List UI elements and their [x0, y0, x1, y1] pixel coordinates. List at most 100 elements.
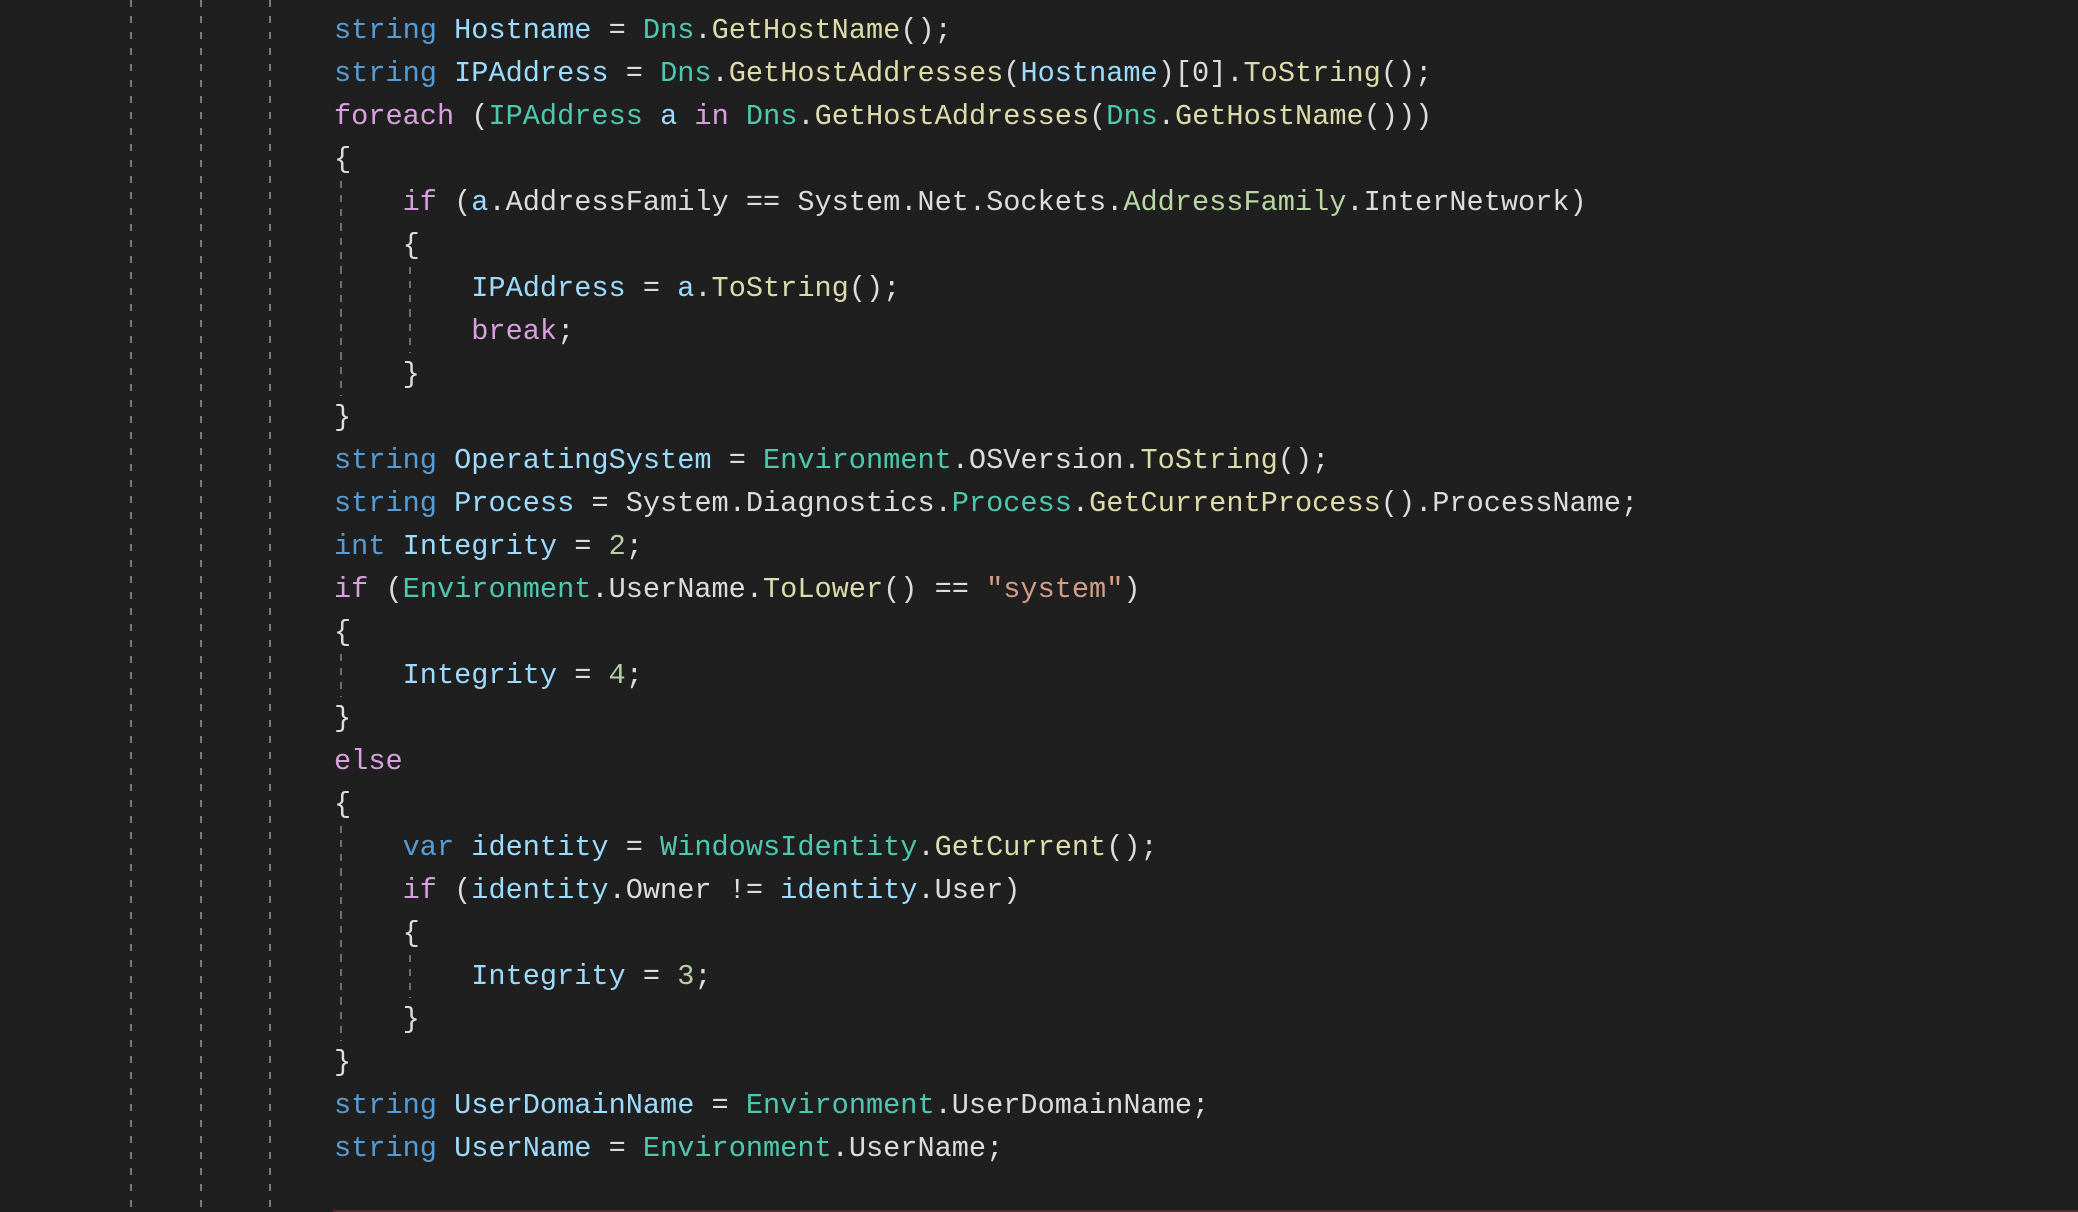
token-plain: =: [608, 57, 661, 90]
code-line[interactable]: if (identity.Owner != identity.User): [334, 869, 2078, 912]
token-plain: .: [797, 100, 815, 133]
code-line[interactable]: if (Environment.UserName.ToLower() == "s…: [334, 568, 2078, 611]
token-plain: .OSVersion.: [951, 444, 1141, 477]
code-line[interactable]: }: [334, 396, 2078, 439]
token-plain: .: [917, 831, 935, 864]
token-plain: =: [557, 659, 609, 692]
token-plain: ();: [900, 14, 952, 47]
token-plain: ();: [1380, 57, 1433, 90]
token-ctl: if: [402, 874, 437, 907]
token-plain: (: [1003, 57, 1021, 90]
code-line[interactable]: string Process = System.Diagnostics.Proc…: [334, 482, 2078, 525]
token-ctl: if: [402, 186, 437, 219]
token-method: GetCurrentProcess: [1089, 487, 1381, 520]
token-num: 3: [677, 960, 695, 993]
indent-guide: [340, 267, 342, 310]
token-plain: ();: [848, 272, 901, 305]
token-method: GetHostAddresses: [728, 57, 1004, 90]
token-var: Integrity: [402, 659, 558, 692]
token-plain: = System.Diagnostics.: [574, 487, 952, 520]
code-line[interactable]: {: [334, 138, 2078, 181]
code-line[interactable]: }: [334, 353, 2078, 396]
code-line[interactable]: foreach (IPAddress a in Dns.GetHostAddre…: [334, 95, 2078, 138]
token-plain: =: [591, 1132, 643, 1165]
token-plain: ().ProcessName;: [1380, 487, 1639, 520]
code-line[interactable]: }: [334, 998, 2078, 1041]
token-str: "system": [986, 573, 1124, 606]
token-plain: {: [402, 229, 420, 262]
code-line[interactable]: break;: [334, 310, 2078, 353]
token-var: identity: [471, 831, 609, 864]
code-line[interactable]: IPAddress = a.ToString();: [334, 267, 2078, 310]
token-var: UserDomainName: [454, 1089, 695, 1122]
token-plain: )[0].: [1157, 57, 1244, 90]
token-plain: .UserName;: [831, 1132, 1004, 1165]
code-editor[interactable]: string Hostname = Dns.GetHostName(); stri…: [334, 9, 2078, 1170]
indent-guide: [340, 869, 342, 912]
indent-guide: [408, 955, 411, 998]
token-method: GetHostAddresses: [814, 100, 1090, 133]
code-line[interactable]: string UserDomainName = Environment.User…: [334, 1084, 2078, 1127]
token-plain: {: [334, 616, 352, 649]
token-type: Environment: [745, 1089, 935, 1122]
code-line[interactable]: string OperatingSystem = Environment.OSV…: [334, 439, 2078, 482]
token-type: Process: [951, 487, 1072, 520]
token-var: Hostname: [454, 14, 592, 47]
token-ctl: else: [334, 745, 403, 778]
token-num: 4: [608, 659, 626, 692]
token-plain: }: [402, 358, 420, 391]
code-line[interactable]: {: [334, 912, 2078, 955]
token-plain: .InterNetwork): [1346, 186, 1587, 219]
code-line[interactable]: string UserName = Environment.UserName;: [334, 1127, 2078, 1170]
code-line[interactable]: {: [334, 224, 2078, 267]
code-line[interactable]: }: [334, 697, 2078, 740]
token-plain: }: [334, 1046, 352, 1079]
token-kw: string: [334, 1089, 437, 1122]
token-type: Environment: [402, 573, 592, 606]
token-var: OperatingSystem: [454, 444, 712, 477]
token-plain: =: [625, 272, 678, 305]
token-plain: .UserName.: [591, 573, 763, 606]
indent-guide: [408, 310, 411, 353]
token-plain: .: [1071, 487, 1090, 520]
token-plain: () ==: [883, 573, 987, 606]
token-type: Dns: [1106, 100, 1158, 133]
token-method: ToString: [1140, 444, 1278, 477]
code-line[interactable]: {: [334, 611, 2078, 654]
token-type: Environment: [642, 1132, 832, 1165]
token-plain: .UserDomainName;: [934, 1089, 1210, 1122]
token-plain: .: [711, 57, 729, 90]
token-plain: ())): [1363, 100, 1433, 133]
code-line[interactable]: Integrity = 3;: [334, 955, 2078, 998]
token-ctl: if: [334, 573, 369, 606]
code-line[interactable]: Integrity = 4;: [334, 654, 2078, 697]
indent-guide-outer-3: [269, 0, 271, 1212]
token-plain: =: [694, 1089, 746, 1122]
token-plain: {: [334, 788, 352, 821]
code-line[interactable]: var identity = WindowsIdentity.GetCurren…: [334, 826, 2078, 869]
token-var: Integrity: [471, 960, 626, 993]
code-line[interactable]: if (a.AddressFamily == System.Net.Socket…: [334, 181, 2078, 224]
indent-guide: [340, 955, 342, 998]
code-line[interactable]: else: [334, 740, 2078, 783]
token-type: WindowsIdentity: [660, 831, 918, 864]
code-line[interactable]: int Integrity = 2;: [334, 525, 2078, 568]
token-var: Integrity: [402, 530, 558, 563]
token-type: IPAddress: [488, 100, 643, 133]
code-line[interactable]: string Hostname = Dns.GetHostName();: [334, 9, 2078, 52]
token-plain: .Owner !=: [608, 874, 781, 907]
code-line[interactable]: {: [334, 783, 2078, 826]
indent-guide: [340, 353, 342, 396]
token-plain: (: [1089, 100, 1107, 133]
code-line[interactable]: string IPAddress = Dns.GetHostAddresses(…: [334, 52, 2078, 95]
token-kw: string: [334, 1132, 437, 1165]
code-line[interactable]: }: [334, 1041, 2078, 1084]
indent-guide: [340, 181, 342, 224]
token-method: ToString: [1243, 57, 1381, 90]
indent-guide-outer-1: [130, 0, 132, 1212]
